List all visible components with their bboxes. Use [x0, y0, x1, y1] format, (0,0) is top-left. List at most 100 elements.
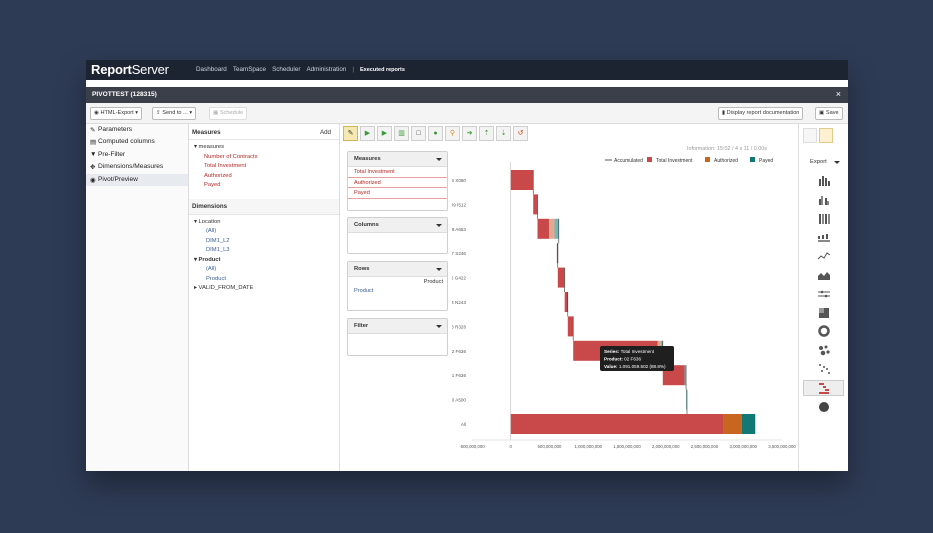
sidebar-item-computed-columns[interactable]: ▤ Computed columns [86, 136, 188, 148]
measures-box-header[interactable]: Measures [348, 152, 447, 167]
dimension-item[interactable]: (All) [189, 228, 339, 238]
nav-separator: | [352, 66, 354, 73]
nav-executed-reports[interactable]: Executed reports [360, 67, 405, 73]
x-tick-label: 2,500,000,000 [691, 444, 719, 449]
sort-up-icon[interactable]: ⇡ [479, 126, 494, 141]
grouped-bar-icon[interactable] [803, 192, 844, 208]
caret-down-icon: ▾ [194, 218, 197, 225]
line-chart-icon[interactable] [803, 248, 844, 264]
pivot-toolbar: ✎ ▶ ▶ ▥ □ ● ⚲ ➜ ⇡ ⇣ ↺ [343, 126, 528, 142]
eye-icon: ◉ [90, 176, 96, 184]
dimension-item[interactable]: DIM1_L2 [189, 238, 339, 248]
search-icon[interactable]: ⚲ [445, 126, 460, 141]
scatter-icon[interactable] [803, 361, 844, 377]
brand-logo[interactable]: ReportServer [91, 62, 169, 77]
cubes-icon: ✥ [90, 164, 96, 172]
dot-line-icon[interactable] [803, 286, 844, 302]
layout-icon[interactable]: ▥ [394, 126, 409, 141]
row-label: 07 S246 [452, 251, 466, 256]
tree-node-location[interactable]: ▾ Location [189, 219, 339, 229]
dimension-item[interactable]: Product [189, 276, 339, 286]
pivot-measure-item[interactable]: Total Investment [348, 167, 447, 178]
sidebar-item-pre-filter[interactable]: ▼ Pre-Filter [86, 149, 188, 161]
stacked-bar-icon[interactable] [803, 211, 844, 227]
tree-node-valid-from-date[interactable]: ▸ VALID_FROM_DATE [189, 285, 339, 295]
measure-item[interactable]: Authorized [189, 173, 339, 183]
sidebar-item-parameters[interactable]: ✎ Parameters [86, 124, 188, 136]
nav-administration[interactable]: Administration [306, 66, 346, 73]
row-label: 03 R326 [452, 324, 466, 329]
caret-down-icon: ▾ [194, 256, 197, 263]
rows-box-header[interactable]: Rows [348, 262, 447, 277]
top-bar: ReportServer Dashboard TeamSpace Schedul… [86, 60, 848, 80]
dimension-item[interactable]: DIM1_L3 [189, 247, 339, 257]
row-label: 08 A653 [452, 227, 466, 232]
measure-item[interactable]: Total Investment [189, 163, 339, 173]
tooltip-line: Product: 02 F636 [604, 356, 641, 361]
heatmap-icon[interactable] [803, 305, 844, 321]
display-documentation-button[interactable]: ▮ Display report documentation [718, 107, 804, 120]
sphere-icon[interactable] [803, 399, 844, 415]
html-export-button[interactable]: ◉ HTML-Export ▾ [90, 107, 143, 120]
frame-icon[interactable]: □ [411, 126, 426, 141]
nav-dashboard[interactable]: Dashboard [196, 66, 227, 73]
globe-icon: ◉ [94, 110, 99, 116]
columns-box-header[interactable]: Columns [348, 218, 447, 233]
pencil-icon[interactable]: ✎ [343, 126, 358, 141]
measure-item[interactable]: Number of Contracts [189, 154, 339, 164]
waterfall-bar [510, 170, 534, 190]
run-step-icon[interactable]: ▶ [377, 126, 392, 141]
multi-bar-icon[interactable] [803, 229, 844, 245]
close-icon[interactable]: × [836, 89, 841, 99]
measure-item[interactable]: Payed [189, 182, 339, 192]
book-icon: ▮ [722, 110, 726, 116]
bar-chart-icon[interactable] [803, 173, 844, 189]
measures-header: Measures Add [189, 124, 339, 140]
add-button[interactable]: Add [320, 129, 331, 136]
send-to-button[interactable]: ⇪ Send to ... ▾ [152, 107, 197, 120]
sidebar-item-dimensions-measures[interactable]: ✥ Dimensions/Measures [86, 161, 188, 173]
sidebar-item-pivot-preview[interactable]: ◉ Pivot/Preview [86, 173, 188, 186]
arrow-right-icon[interactable]: ➜ [462, 126, 477, 141]
pivot-measure-item[interactable]: Payed [348, 188, 447, 199]
caret-right-icon: ▸ [194, 285, 197, 291]
filter-box-header[interactable]: Filter [348, 319, 447, 334]
nav-teamspace[interactable]: TeamSpace [233, 66, 266, 73]
columns-box[interactable]: Columns [347, 217, 448, 254]
dimension-item[interactable]: (All) [189, 266, 339, 276]
waterfall-bar [554, 218, 559, 239]
legend-label: Payed [759, 158, 773, 164]
donut-icon[interactable] [803, 323, 844, 339]
tree-node-product[interactable]: ▾ Product [189, 257, 339, 267]
x-tick-label: 1,000,000,000 [575, 444, 603, 449]
waterfall-bar [567, 316, 574, 337]
undo-icon[interactable]: ↺ [513, 126, 528, 141]
waterfall-bar [537, 218, 550, 239]
row-label: 02 F636 [452, 349, 466, 354]
caret-down-icon: ▾ [194, 144, 197, 150]
waterfall-icon[interactable] [803, 379, 844, 396]
sort-down-icon[interactable]: ⇣ [496, 126, 511, 141]
save-icon: ▣ [819, 110, 825, 116]
nav-scheduler[interactable]: Scheduler [272, 66, 300, 73]
measures-dimensions-panel: Measures Add ▾ measures Number of Contrac… [189, 124, 340, 471]
window-titlebar: PIVOTTEST (128315) × [86, 87, 848, 103]
rows-item[interactable]: Product [348, 287, 447, 295]
refresh-icon[interactable]: ● [428, 126, 443, 141]
pivot-measure-item[interactable]: Authorized [348, 178, 447, 188]
legend-label: Total Investment [656, 158, 693, 164]
filter-box[interactable]: Filter [347, 318, 448, 356]
play-icon[interactable]: ▶ [360, 126, 375, 141]
chart-view-tab[interactable] [819, 128, 833, 143]
tooltip-line: Series: Total Investment [604, 349, 655, 354]
schedule-button[interactable]: ▦ Schedule [209, 107, 248, 120]
tree-node-measures[interactable]: ▾ measures [189, 144, 339, 154]
export-dropdown[interactable]: Export [810, 159, 840, 165]
bubble-icon[interactable] [803, 342, 844, 358]
row-label: All [461, 422, 466, 427]
table-view-tab[interactable] [803, 128, 817, 143]
save-button[interactable]: ▣ Save [815, 107, 843, 120]
waterfall-bar [741, 414, 756, 434]
area-chart-icon[interactable] [803, 267, 844, 283]
x-tick-label: 1,500,000,000 [613, 444, 641, 449]
